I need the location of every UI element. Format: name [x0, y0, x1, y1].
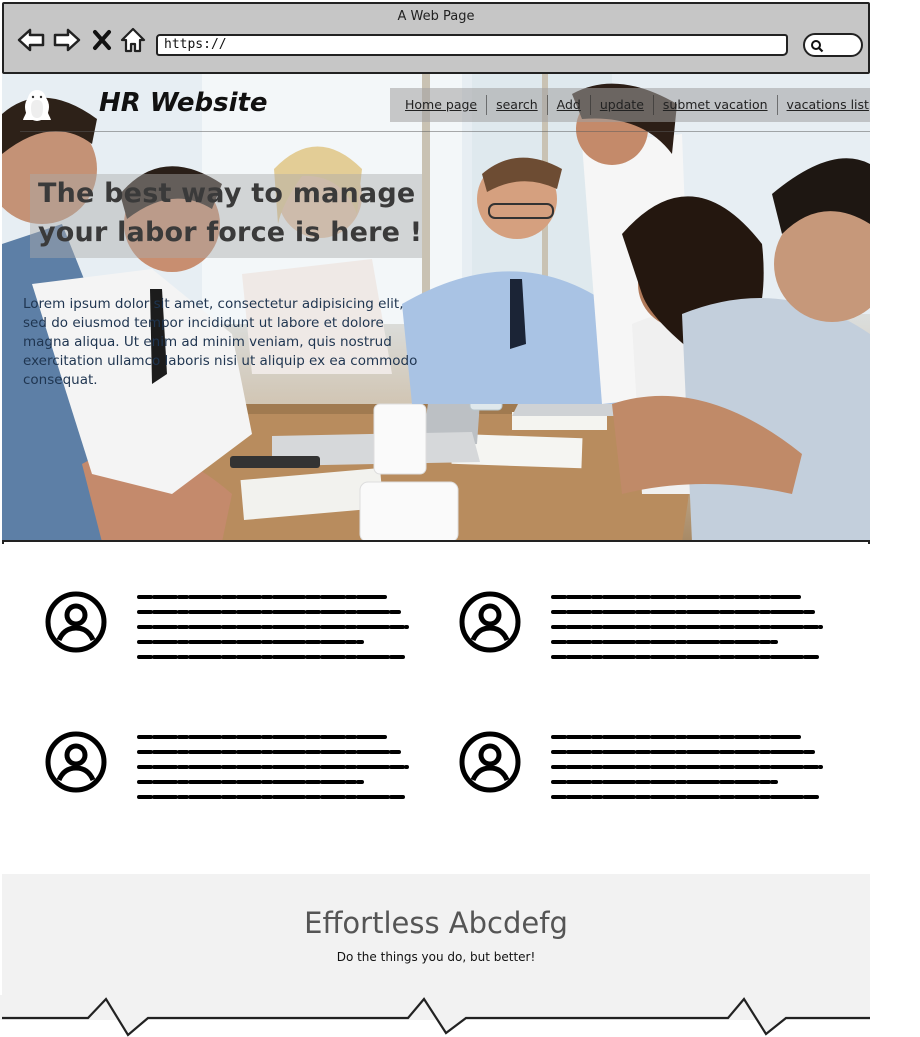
browser-chrome: A Web Page https:// [2, 2, 870, 74]
search-box[interactable] [803, 33, 863, 57]
placeholder-text-scribble [551, 735, 823, 799]
nav-search[interactable]: search [487, 95, 548, 115]
window-title: A Web Page [397, 9, 475, 24]
user-avatar-icon [45, 731, 107, 793]
site-title[interactable]: HR Website [99, 88, 268, 118]
footer-title: Effortless Abcdefg [304, 906, 568, 940]
feature-item [2, 730, 422, 810]
nav-update[interactable]: update [591, 95, 654, 115]
torn-page-edge [0, 995, 870, 1037]
close-x-icon[interactable] [90, 26, 114, 54]
user-avatar-icon [459, 591, 521, 653]
placeholder-text-scribble [551, 595, 823, 659]
nav-add[interactable]: Add [548, 95, 591, 115]
user-avatar-icon [459, 731, 521, 793]
url-bar[interactable]: https:// [156, 34, 788, 56]
home-icon[interactable] [118, 26, 148, 54]
nav-vacations-list[interactable]: vacations list [778, 95, 870, 115]
placeholder-text-scribble [137, 595, 409, 659]
hero-headline: The best way to manage your labor force … [38, 178, 423, 248]
penguin-logo-icon[interactable] [20, 88, 54, 122]
feature-item [2, 590, 422, 670]
hero-section: HR Website Home page search Add update s… [2, 74, 870, 542]
hero-body-text: Lorem ipsum dolor sit amet, consectetur … [23, 296, 418, 388]
nav-submit-vacation[interactable]: submet vacation [654, 95, 778, 115]
features-section [2, 544, 870, 874]
user-avatar-icon [45, 591, 107, 653]
search-icon [811, 40, 824, 53]
feature-item [416, 590, 836, 670]
main-nav: Home page search Add update submet vacat… [390, 88, 870, 122]
feature-item [416, 730, 836, 810]
placeholder-text-scribble [137, 735, 409, 799]
header-divider [20, 131, 870, 132]
nav-home-page[interactable]: Home page [396, 95, 488, 115]
footer-subtitle: Do the things you do, but better! [336, 950, 536, 964]
back-arrow-icon[interactable] [16, 26, 46, 54]
forward-arrow-icon[interactable] [52, 26, 82, 54]
